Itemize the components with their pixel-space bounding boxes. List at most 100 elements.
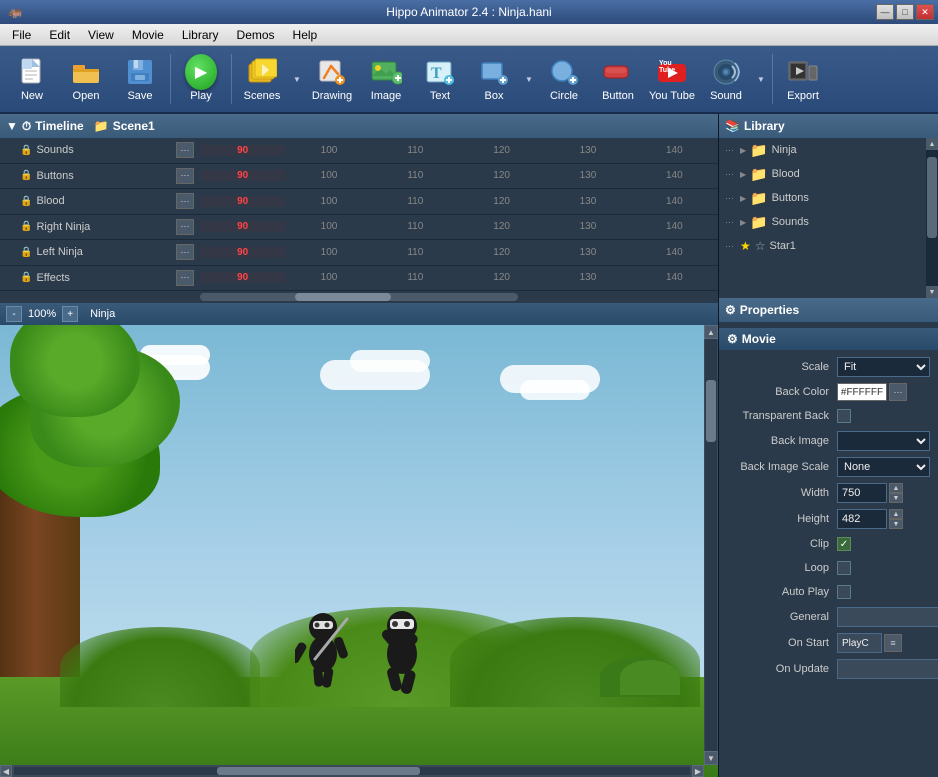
prop-row-on-update: On Update ≡ bbox=[719, 656, 938, 682]
list-item[interactable]: ⋯ ▶ 📁 Ninja bbox=[719, 138, 938, 162]
save-button[interactable]: Save bbox=[114, 50, 166, 108]
width-up-btn[interactable]: ▲ bbox=[889, 483, 903, 493]
timeline-options-btn[interactable]: ⋯ bbox=[176, 142, 194, 158]
box-button[interactable]: Box bbox=[468, 50, 520, 108]
frame-130: 130 bbox=[545, 247, 631, 258]
left-panel: ▼ ⏱ Timeline 📁 Scene1 🔒 Sounds ⋯ 90 100 … bbox=[0, 114, 718, 777]
scroll-down-btn[interactable]: ▼ bbox=[704, 751, 718, 765]
prop-row-transparent-back: Transparent Back bbox=[719, 404, 938, 428]
timeline-frames: 90 100 110 120 130 140 bbox=[200, 272, 718, 283]
timeline-scrollbar[interactable] bbox=[0, 291, 718, 303]
menu-file[interactable]: File bbox=[4, 26, 39, 44]
back-color-btn[interactable]: ⋯ bbox=[889, 383, 907, 401]
scenes-button[interactable]: Scenes bbox=[236, 50, 288, 108]
frame-130: 130 bbox=[545, 196, 631, 207]
library-scrollbar[interactable]: ▲ ▼ bbox=[926, 138, 938, 298]
maximize-button[interactable]: □ bbox=[896, 4, 914, 20]
menu-library[interactable]: Library bbox=[174, 26, 227, 44]
image-button[interactable]: Image bbox=[360, 50, 412, 108]
scroll-up-btn[interactable]: ▲ bbox=[704, 325, 718, 339]
minimize-button[interactable]: — bbox=[876, 4, 894, 20]
export-button[interactable]: Export bbox=[777, 50, 829, 108]
frame-90: 90 bbox=[200, 221, 286, 232]
width-down-btn[interactable]: ▼ bbox=[889, 493, 903, 503]
lib-scroll-down[interactable]: ▼ bbox=[926, 286, 938, 298]
sound-button[interactable]: Sound bbox=[700, 50, 752, 108]
zoom-plus-btn[interactable]: + bbox=[62, 306, 78, 322]
on-start-script-btn[interactable]: ≡ bbox=[884, 634, 902, 652]
height-up-btn[interactable]: ▲ bbox=[889, 509, 903, 519]
frame-140: 140 bbox=[632, 196, 718, 207]
list-item[interactable]: ⋯ ▶ 📁 Buttons bbox=[719, 186, 938, 210]
new-button[interactable]: New bbox=[6, 50, 58, 108]
play-button[interactable]: ▶ Play bbox=[175, 50, 227, 108]
on-update-input[interactable] bbox=[837, 659, 938, 679]
sound-dropdown[interactable]: ▼ bbox=[754, 50, 768, 108]
youtube-button[interactable]: You Tube You Tube bbox=[646, 50, 698, 108]
prop-label-general: General bbox=[727, 611, 837, 623]
list-item[interactable]: ⋯ ▶ 📁 Sounds bbox=[719, 210, 938, 234]
prop-section-label: Movie bbox=[742, 332, 776, 346]
star-filled-icon: ★ bbox=[740, 239, 751, 253]
timeline-label-buttons: 🔒 Buttons ⋯ bbox=[0, 168, 200, 184]
menu-demos[interactable]: Demos bbox=[229, 26, 283, 44]
table-row: 🔒 Sounds ⋯ 90 100 110 120 130 140 bbox=[0, 138, 718, 164]
scale-select[interactable]: Fit None Stretch bbox=[837, 357, 930, 377]
lib-scroll-up[interactable]: ▲ bbox=[926, 138, 938, 150]
clip-checkbox[interactable]: ✓ bbox=[837, 537, 851, 551]
canvas-scrollbar-vertical[interactable]: ▲ ▼ bbox=[704, 325, 718, 765]
layer-name: Buttons bbox=[36, 170, 73, 182]
menu-movie[interactable]: Movie bbox=[124, 26, 172, 44]
box-dropdown[interactable]: ▼ bbox=[522, 50, 536, 108]
lock-icon: 🔒 bbox=[20, 170, 32, 181]
frame-110: 110 bbox=[373, 221, 459, 232]
timeline-collapse-icon[interactable]: ▼ bbox=[6, 119, 18, 133]
back-image-scale-select[interactable]: None Fit Stretch bbox=[837, 457, 930, 477]
prop-row-height: Height ▲ ▼ bbox=[719, 506, 938, 532]
transparent-checkbox[interactable] bbox=[837, 409, 851, 423]
close-button[interactable]: ✕ bbox=[916, 4, 934, 20]
list-item[interactable]: ⋯ ★ ☆ Star1 bbox=[719, 234, 938, 258]
folder-icon: 📁 bbox=[750, 214, 767, 231]
image-icon bbox=[370, 56, 402, 88]
on-start-input[interactable] bbox=[837, 633, 882, 653]
timeline-scrollbar-thumb bbox=[295, 293, 390, 301]
timeline-options-btn[interactable]: ⋯ bbox=[176, 244, 194, 260]
menu-view[interactable]: View bbox=[80, 26, 122, 44]
canvas-scrollbar-horizontal[interactable]: ◀ ▶ bbox=[0, 765, 704, 777]
bush-2 bbox=[620, 660, 680, 695]
list-item[interactable]: ⋯ ▶ 📁 Blood bbox=[719, 162, 938, 186]
prop-control-back-image bbox=[837, 431, 930, 451]
lock-icon: 🔒 bbox=[20, 196, 32, 207]
back-image-select[interactable] bbox=[837, 431, 930, 451]
scroll-right-btn[interactable]: ▶ bbox=[692, 765, 704, 777]
back-color-swatch[interactable]: #FFFFFF bbox=[837, 383, 887, 401]
timeline-options-btn[interactable]: ⋯ bbox=[176, 168, 194, 184]
general-input[interactable] bbox=[837, 607, 938, 627]
timeline-options-btn[interactable]: ⋯ bbox=[176, 270, 194, 286]
youtube-icon: You Tube bbox=[656, 56, 688, 88]
button-tool-button[interactable]: Button bbox=[592, 50, 644, 108]
text-button[interactable]: T Text bbox=[414, 50, 466, 108]
drawing-button[interactable]: Drawing bbox=[306, 50, 358, 108]
timeline-options-btn[interactable]: ⋯ bbox=[176, 193, 194, 209]
timeline-label-right-ninja: 🔒 Right Ninja ⋯ bbox=[0, 219, 200, 235]
play-label: Play bbox=[190, 90, 211, 102]
menu-edit[interactable]: Edit bbox=[41, 26, 78, 44]
width-input[interactable] bbox=[837, 483, 887, 503]
open-button[interactable]: Open bbox=[60, 50, 112, 108]
scenes-dropdown[interactable]: ▼ bbox=[290, 50, 304, 108]
prop-row-general: General ≡ bbox=[719, 604, 938, 630]
canvas-area[interactable]: ▲ ▼ ◀ ▶ bbox=[0, 325, 718, 777]
height-down-btn[interactable]: ▼ bbox=[889, 519, 903, 529]
zoom-minus-btn[interactable]: - bbox=[6, 306, 22, 322]
height-input[interactable] bbox=[837, 509, 887, 529]
auto-play-checkbox[interactable] bbox=[837, 585, 851, 599]
frame-140: 140 bbox=[632, 272, 718, 283]
timeline-options-btn[interactable]: ⋯ bbox=[176, 219, 194, 235]
prop-control-on-start: ≡ bbox=[837, 633, 930, 653]
circle-button[interactable]: Circle bbox=[538, 50, 590, 108]
scroll-left-btn[interactable]: ◀ bbox=[0, 765, 12, 777]
loop-checkbox[interactable] bbox=[837, 561, 851, 575]
menu-help[interactable]: Help bbox=[285, 26, 326, 44]
